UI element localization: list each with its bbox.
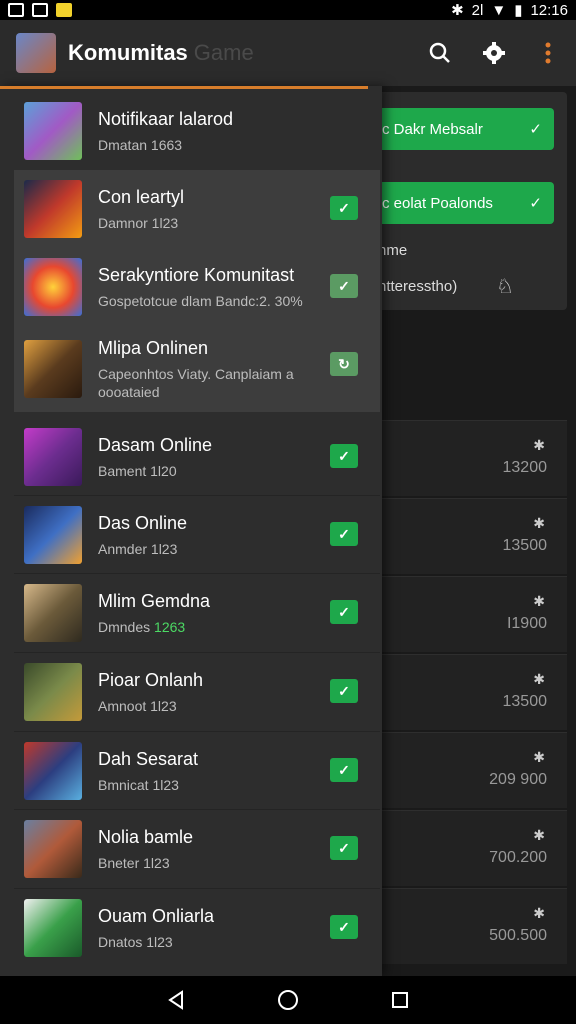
background-row-value: I1900 (506, 615, 547, 632)
check-icon[interactable]: ✓ (330, 522, 358, 546)
bell-icon[interactable]: ♘ (496, 274, 514, 299)
signal-text: 2l (471, 1, 484, 19)
game-thumbnail (24, 102, 82, 160)
star-icon: ✱ (533, 905, 545, 921)
star-icon: ✱ (533, 827, 545, 843)
appbar-actions (428, 41, 560, 65)
star-icon: ✱ (533, 749, 545, 765)
check-icon[interactable]: ✓ (330, 679, 358, 703)
background-row-value: 13500 (502, 693, 548, 710)
game-thumbnail (24, 340, 82, 398)
system-nav-bar (0, 976, 576, 1024)
list-item[interactable]: Das Online Anmder 1l23 ✓ (14, 496, 380, 574)
background-row-value: 13200 (502, 459, 548, 476)
list-item[interactable]: Mlipa Onlinen Capeonhtos Viaty. Canplaia… (14, 326, 380, 412)
list-item[interactable]: Dasam Online Bament 1l20 ✓ (14, 418, 380, 496)
status-bar: ✱ 2l ▼ ▮ 12:16 (0, 0, 576, 20)
background-button-1[interactable]: c Dakr Mebsalr ✓ (376, 108, 554, 150)
check-icon[interactable]: ↻ (330, 352, 358, 376)
app-bar: Komumitas Game (0, 20, 576, 86)
drawer-header-subtitle: Dmatan 1663 (98, 136, 183, 153)
game-thumbnail (24, 258, 82, 316)
drawer-header[interactable]: Notifikaar lalarod Dmatan 1663 (14, 92, 380, 170)
clock: 12:16 (530, 1, 568, 19)
check-icon[interactable]: ✓ (330, 444, 358, 468)
list-item-subtitle-prefix: Dmndes (98, 618, 155, 635)
background-row: ✱ 13200 (366, 420, 567, 496)
star-icon: ✱ (533, 437, 545, 453)
bluetooth-icon: ✱ (451, 2, 464, 19)
status-left (8, 3, 72, 17)
check-icon: ✓ (529, 195, 542, 212)
check-icon[interactable]: ✓ (330, 600, 358, 624)
check-icon: ✓ (529, 121, 542, 138)
check-icon[interactable]: ✓ (330, 196, 358, 220)
background-row: ✱ 13500 (366, 498, 567, 574)
recents-icon[interactable] (388, 988, 412, 1012)
star-icon: ✱ (533, 671, 545, 687)
game-thumbnail (24, 742, 82, 800)
background-text-2: ntteresstho) (378, 278, 458, 295)
check-icon[interactable]: ✓ (330, 915, 358, 939)
wifi-icon: ▼ (491, 1, 507, 19)
search-icon[interactable] (428, 41, 452, 65)
background-row: ✱ 209 900 (366, 732, 567, 808)
list-item-subtitle-highlight: 1263 (154, 618, 186, 635)
screenshot-icon (32, 3, 48, 17)
list-item[interactable]: Pioar Onlanh Amnoot 1l23 ✓ (14, 653, 380, 731)
back-icon[interactable] (164, 988, 188, 1012)
background-button-2[interactable]: c eolat Poalonds ✓ (376, 182, 554, 224)
app-title-faded: Game (193, 40, 254, 65)
drawer-header-title: Notifikaar lalarod (98, 108, 234, 129)
home-icon[interactable] (276, 988, 300, 1012)
list-item[interactable]: Mlim Gemdna Dmndes 1263 ✓ (14, 574, 380, 652)
background-row-value: 700.200 (489, 849, 547, 866)
background-row: ✱ 500.500 (366, 888, 567, 964)
game-thumbnail (24, 663, 82, 721)
more-vert-icon[interactable] (536, 41, 560, 65)
notification-icon (56, 3, 72, 17)
game-thumbnail (24, 506, 82, 564)
background-button-2-label: c eolat Poalonds (382, 194, 493, 212)
check-icon[interactable]: ✓ (330, 274, 358, 298)
drawer-accent-line (0, 86, 368, 89)
background-row-value: 209 900 (489, 771, 547, 788)
list-item[interactable]: Con leartyl Damnor 1l23 ✓ (14, 170, 380, 248)
game-thumbnail (24, 899, 82, 957)
game-thumbnail (24, 180, 82, 238)
status-right: ✱ 2l ▼ ▮ 12:16 (451, 1, 568, 20)
check-icon[interactable]: ✓ (330, 836, 358, 860)
background-row-value: 13500 (502, 537, 548, 554)
list-item[interactable]: Dah Sesarat Bmnicat 1l23 ✓ (14, 732, 380, 810)
background-row: ✱ I1900 (366, 576, 567, 652)
star-icon: ✱ (533, 593, 545, 609)
background-button-1-label: c Dakr Mebsalr (382, 120, 483, 138)
background-row: ✱ 700.200 (366, 810, 567, 886)
game-thumbnail (24, 820, 82, 878)
star-icon: ✱ (533, 515, 545, 531)
background-row: ✱ 13500 (366, 654, 567, 730)
list-item[interactable]: Serakyntiore Komunitast Gospetotcue dlam… (14, 248, 380, 326)
app-avatar[interactable] (16, 33, 56, 73)
check-icon[interactable]: ✓ (330, 758, 358, 782)
app-title: Komumitas (68, 40, 188, 65)
gallery-icon (8, 3, 24, 17)
background-text-1: nme (378, 242, 408, 259)
background-row-value: 500.500 (489, 927, 547, 944)
battery-icon: ▮ (514, 2, 523, 19)
gear-icon[interactable] (482, 41, 506, 65)
game-thumbnail (24, 584, 82, 642)
game-thumbnail (24, 428, 82, 486)
list-item[interactable]: Nolia bamle Bneter 1l23 ✓ (14, 810, 380, 888)
list-item[interactable]: Ouam Onliarla Dnatos 1l23 ✓ (14, 889, 380, 967)
